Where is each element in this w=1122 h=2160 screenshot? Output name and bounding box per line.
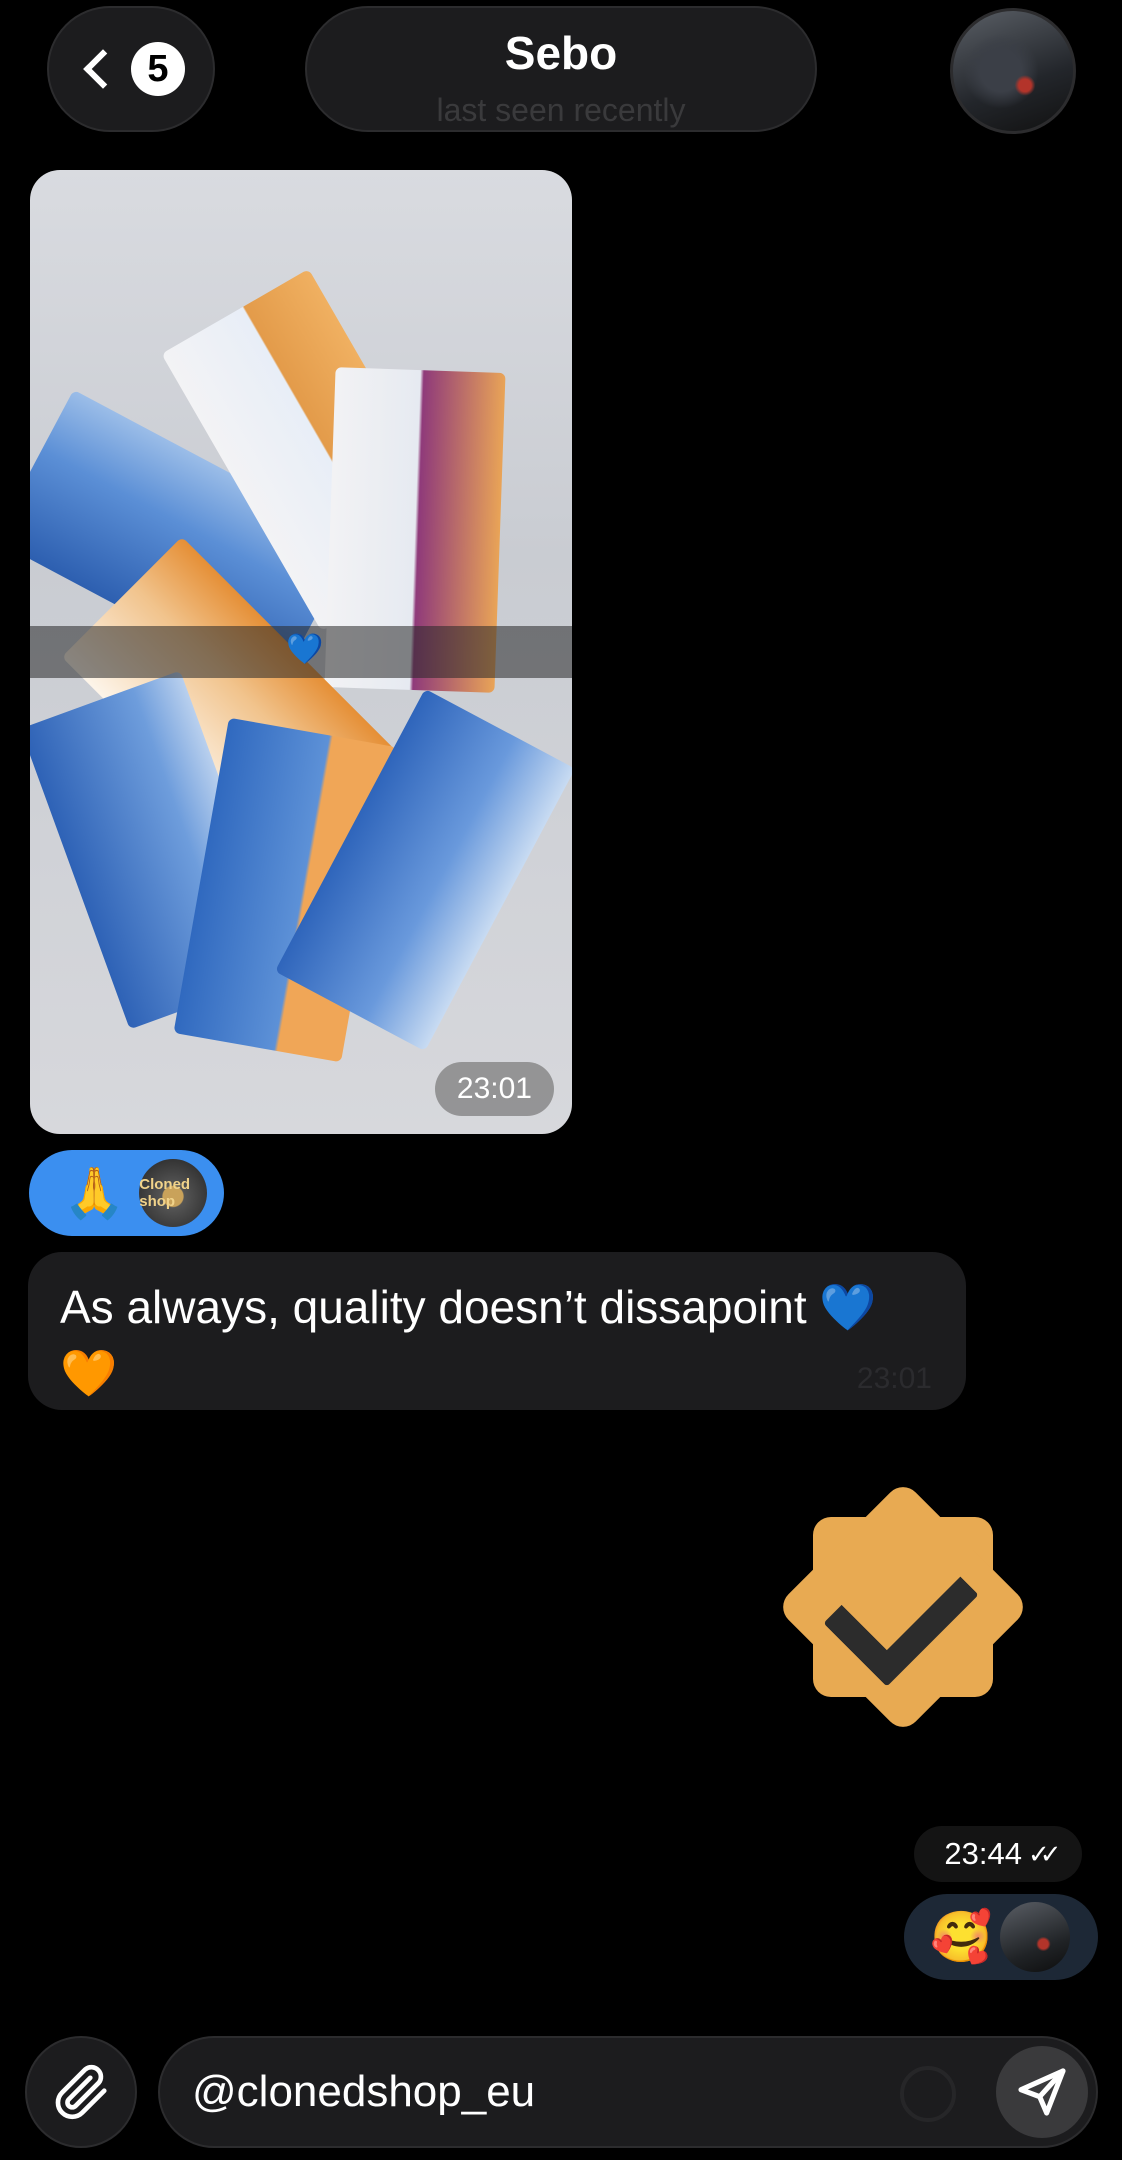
contact-name: Sebo xyxy=(504,27,618,79)
contact-status: last seen recently xyxy=(436,92,686,128)
reactor-avatar: Cloned shop xyxy=(139,1159,208,1227)
back-button[interactable]: 5 xyxy=(47,6,215,132)
blue-heart-emoji: 💙 xyxy=(286,633,324,666)
photo-timestamp: 23:01 xyxy=(434,1062,554,1116)
paperclip-icon xyxy=(55,2064,107,2120)
message-text: As always, quality doesn’t dissapoint 💙 … xyxy=(60,1281,877,1399)
contact-avatar[interactable] xyxy=(950,8,1076,134)
sent-timestamp: 23:44 ✓✓ xyxy=(914,1826,1082,1882)
incoming-text-message[interactable]: As always, quality doesn’t dissapoint 💙 … xyxy=(28,1252,966,1410)
message-timestamp: 23:01 xyxy=(856,1362,932,1395)
message-input-value: @clonedshop_eu xyxy=(192,2067,536,2116)
sent-time-text: 23:44 xyxy=(944,1836,1022,1871)
pray-emoji: 🙏 xyxy=(63,1164,126,1221)
reactor-avatar xyxy=(1000,1902,1071,1972)
chat-title[interactable]: Sebo last seen recently xyxy=(305,6,817,132)
photo-reaction[interactable]: 🙏 Cloned shop xyxy=(29,1150,224,1236)
unread-count-badge: 5 xyxy=(131,42,185,96)
smiling-hearts-emoji: 🥰 xyxy=(930,1908,993,1965)
chevron-left-icon xyxy=(83,49,123,89)
sticker-reaction[interactable]: 🥰 xyxy=(904,1894,1098,1980)
send-icon xyxy=(1018,2068,1066,2116)
photo-message[interactable]: 💙 23:01 xyxy=(30,170,572,1134)
emoji-icon[interactable] xyxy=(900,2066,956,2122)
message-input[interactable]: @clonedshop_eu xyxy=(158,2036,1098,2148)
verified-check-sticker[interactable] xyxy=(758,1462,1048,1752)
send-button[interactable] xyxy=(996,2046,1088,2138)
attach-button[interactable] xyxy=(25,2036,137,2148)
double-check-icon: ✓✓ xyxy=(1028,1838,1061,1869)
